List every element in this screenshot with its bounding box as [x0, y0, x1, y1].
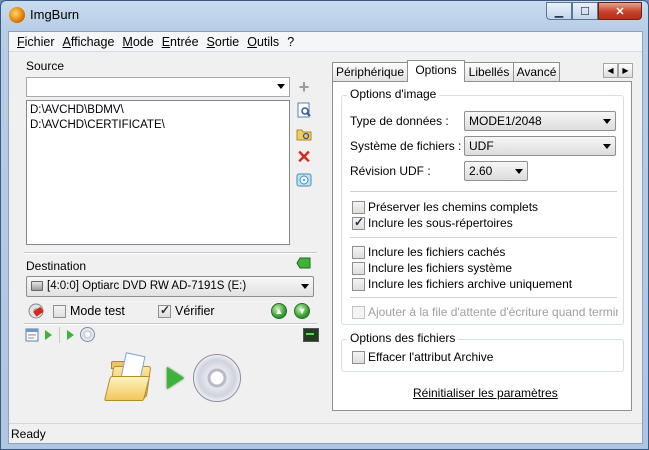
- divider: [350, 297, 617, 298]
- disc-small-icon[interactable]: [80, 327, 95, 342]
- maximize-icon: ☐: [580, 5, 590, 18]
- play-arrow-icon: [167, 367, 184, 389]
- image-options-legend: Options d'image: [347, 87, 440, 101]
- title-bar[interactable]: ImgBurn ▁ ☐ ✕: [1, 1, 648, 29]
- include-system-label: Inclure les fichiers système: [368, 261, 513, 275]
- add-to-queue-label: Ajouter à la file d'attente d'écriture q…: [368, 305, 618, 319]
- status-bar: Ready: [9, 423, 642, 443]
- include-subdirs-checkbox[interactable]: [352, 215, 365, 230]
- chevron-down-icon: [603, 119, 611, 124]
- source-combo[interactable]: [26, 77, 290, 97]
- reset-settings-link[interactable]: Réinitialiser les paramètres: [413, 386, 558, 400]
- tab-options[interactable]: Options: [407, 60, 465, 82]
- verify-label: Vérifier: [175, 304, 215, 318]
- menu-fichier[interactable]: Fichier: [13, 35, 59, 49]
- divider: [350, 237, 617, 238]
- archive-only-label: Inclure les fichiers archive uniquement: [368, 277, 573, 291]
- optical-drive-icon: [31, 281, 43, 291]
- test-mode-label: Mode test: [70, 304, 125, 318]
- chevron-down-icon: [603, 144, 611, 149]
- minimize-icon: ▁: [554, 5, 564, 18]
- test-mode-checkbox[interactable]: [53, 305, 66, 318]
- copies-down-icon[interactable]: ▼: [294, 303, 310, 319]
- log-window-icon[interactable]: [25, 328, 39, 345]
- list-item[interactable]: D:\AVCHD\BDMV\: [30, 103, 286, 118]
- erase-disc-icon[interactable]: [28, 303, 44, 319]
- menu-help[interactable]: ?: [283, 35, 298, 49]
- menu-bar: Fichier Affichage Mode Entrée Sortie Out…: [9, 32, 642, 52]
- close-icon: ✕: [615, 5, 625, 18]
- udf-revision-label: Révision UDF :: [350, 164, 431, 178]
- include-system-checkbox[interactable]: [352, 262, 365, 275]
- destination-drive-select[interactable]: [4:0:0] Optiarc DVD RW AD-7191S (E:): [26, 276, 314, 297]
- clear-archive-label: Effacer l'attribut Archive: [368, 350, 494, 364]
- include-hidden-checkbox[interactable]: [352, 246, 365, 259]
- destination-drive-value: [4:0:0] Optiarc DVD RW AD-7191S (E:): [47, 280, 247, 292]
- close-button[interactable]: ✕: [598, 2, 642, 20]
- destination-label: Destination: [26, 259, 87, 273]
- tab-libelles[interactable]: Libellés: [464, 62, 514, 81]
- remove-icon[interactable]: ✕: [295, 147, 313, 167]
- menu-outils[interactable]: Outils: [243, 35, 283, 49]
- add-to-queue-checkbox[interactable]: [352, 306, 365, 319]
- disc-write-icon[interactable]: [193, 354, 241, 402]
- source-file-list[interactable]: D:\AVCHD\BDMV\ D:\AVCHD\CERTIFICATE\: [26, 100, 290, 245]
- browse-folder-icon[interactable]: [295, 125, 313, 143]
- chevron-down-icon: [515, 169, 523, 174]
- filesystem-select[interactable]: UDF: [464, 136, 616, 156]
- source-label: Source: [26, 59, 65, 73]
- chevron-down-icon: [301, 284, 309, 289]
- copies-up-icon[interactable]: ▲: [271, 303, 287, 319]
- browse-file-icon[interactable]: [295, 101, 313, 119]
- data-type-value: MODE1/2048: [469, 114, 542, 128]
- play-small-icon[interactable]: [45, 330, 52, 340]
- status-text: Ready: [11, 427, 46, 441]
- maximize-button[interactable]: ☐: [572, 2, 598, 20]
- archive-only-checkbox[interactable]: [352, 278, 365, 291]
- udf-revision-select[interactable]: 2.60: [464, 161, 528, 181]
- menu-affichage[interactable]: Affichage: [59, 35, 119, 49]
- options-tab-page: Options d'image Type de données : MODE1/…: [332, 81, 632, 411]
- minimize-button[interactable]: ▁: [546, 2, 572, 20]
- udf-revision-value: 2.60: [469, 164, 493, 178]
- preserve-paths-checkbox[interactable]: [352, 201, 365, 214]
- clear-archive-checkbox[interactable]: [352, 351, 365, 364]
- filesystem-value: UDF: [469, 139, 494, 153]
- file-options-legend: Options des fichiers: [347, 331, 459, 345]
- preserve-paths-label: Préserver les chemins complets: [368, 200, 539, 214]
- console-icon[interactable]: [303, 328, 319, 342]
- tab-scroll-right-icon[interactable]: ▶: [618, 63, 633, 78]
- menu-entree[interactable]: Entrée: [158, 35, 203, 49]
- list-item[interactable]: D:\AVCHD\CERTIFICATE\: [30, 118, 286, 133]
- data-type-select[interactable]: MODE1/2048: [464, 111, 616, 131]
- imgburn-window: ImgBurn ▁ ☐ ✕ Fichier Affichage Mode Ent…: [0, 0, 649, 450]
- include-hidden-label: Inclure les fichiers cachés: [368, 245, 506, 259]
- include-subdirs-label: Inclure les sous-répertoires: [368, 216, 513, 230]
- menu-mode[interactable]: Mode: [118, 35, 157, 49]
- tab-scroll-left-icon[interactable]: ◀: [603, 63, 618, 78]
- divider: [350, 191, 617, 192]
- window-title: ImgBurn: [30, 7, 80, 22]
- data-type-label: Type de données :: [350, 114, 449, 128]
- chevron-down-icon: [277, 84, 285, 89]
- client-area: Fichier Affichage Mode Entrée Sortie Out…: [8, 31, 643, 444]
- build-arrow-icon[interactable]: [295, 254, 313, 272]
- toolbar-separator: [59, 327, 60, 343]
- tab-peripherique[interactable]: Périphérique: [332, 62, 408, 81]
- divider: [24, 323, 317, 325]
- calculate-icon[interactable]: [295, 171, 313, 189]
- verify-checkbox[interactable]: [158, 303, 171, 318]
- tab-avance[interactable]: Avancé: [513, 62, 560, 81]
- menu-sortie[interactable]: Sortie: [203, 35, 244, 49]
- folder-open-icon[interactable]: [103, 352, 155, 404]
- imgburn-flame-icon[interactable]: [9, 7, 25, 23]
- divider: [24, 252, 317, 254]
- filesystem-label: Système de fichiers :: [350, 139, 462, 153]
- window-controls: ▁ ☐ ✕: [546, 2, 642, 20]
- play-small-icon[interactable]: [67, 330, 74, 340]
- add-plus-icon[interactable]: +: [295, 77, 313, 97]
